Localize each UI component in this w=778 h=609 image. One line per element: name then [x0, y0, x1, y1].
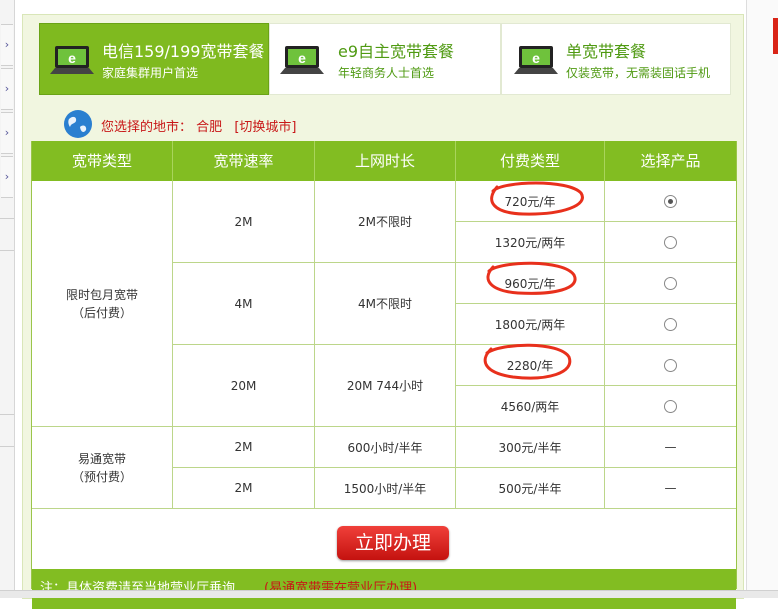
- select-cell: [605, 304, 736, 345]
- svg-text:e: e: [532, 50, 540, 66]
- left-side-panel: › › › ›: [0, 0, 15, 597]
- header-broadband-type: 宽带类型: [32, 141, 173, 181]
- tab-title: 单宽带套餐: [566, 42, 647, 61]
- select-cell-unavailable: —: [605, 427, 736, 468]
- tab-broadband-only-package[interactable]: e 单宽带套餐 仅装宽带，无需装固话手机: [501, 23, 731, 95]
- price-cell: 2280/年: [456, 345, 605, 386]
- price-cell: 1320元/两年: [456, 222, 605, 263]
- product-radio[interactable]: [664, 276, 677, 290]
- price-cell: 960元/年: [456, 263, 605, 304]
- select-cell: [605, 263, 736, 304]
- duration-cell: 20M 744小时: [315, 345, 456, 427]
- switch-city-link[interactable]: [切换城市]: [234, 120, 296, 135]
- divider: [0, 250, 14, 251]
- fee-note: 注：具体资费请至当地营业厅垂询 (易通宽带需在营业厅办理): [32, 569, 736, 609]
- red-marker: [773, 18, 778, 54]
- header-payment-type: 付费类型: [456, 141, 605, 181]
- svg-text:e: e: [68, 50, 76, 66]
- note-text: 注：具体资费请至当地营业厅垂询: [40, 581, 236, 596]
- table-header: 宽带类型 宽带速率 上网时长 付费类型 选择产品: [32, 141, 736, 181]
- product-radio[interactable]: [664, 235, 677, 249]
- right-side-panel: [746, 0, 778, 597]
- price-cell: 1800元/两年: [456, 304, 605, 345]
- select-cell: [605, 222, 736, 263]
- speed-cell: 2M: [173, 181, 315, 263]
- duration-cell: 600小时/半年: [315, 427, 456, 468]
- divider: [0, 446, 14, 447]
- chevron-right-icon[interactable]: ›: [1, 156, 13, 198]
- tab-title: e9自主宽带套餐: [338, 42, 455, 61]
- header-speed: 宽带速率: [173, 141, 315, 181]
- duration-cell: 1500小时/半年: [315, 468, 456, 509]
- header-select-product: 选择产品: [640, 152, 701, 170]
- laptop-e-icon: e: [50, 46, 94, 74]
- product-radio[interactable]: [664, 317, 677, 331]
- divider: [0, 218, 14, 219]
- globe-icon: [64, 110, 92, 138]
- svg-text:e: e: [298, 50, 306, 66]
- product-radio[interactable]: [664, 399, 677, 413]
- group-type-name: 易通宽带: [77, 451, 126, 466]
- select-cell: [605, 181, 736, 222]
- price-cell: 720元/年: [456, 181, 605, 222]
- tab-subtitle: 家庭集群用户首选: [102, 66, 199, 80]
- chevron-right-icon[interactable]: ›: [1, 24, 13, 66]
- price-cell: 300元/半年: [456, 427, 605, 468]
- header-duration: 上网时长: [315, 141, 456, 181]
- chevron-right-icon[interactable]: ›: [1, 68, 13, 110]
- group-yitong-prepaid: 易通宽带 （预付费）: [32, 427, 173, 509]
- price-cell: 500元/半年: [456, 468, 605, 509]
- tab-159-199-package[interactable]: e 电信159/199宽带套餐 家庭集群用户首选: [39, 23, 269, 95]
- duration-cell: 2M不限时: [315, 181, 456, 263]
- apply-now-button[interactable]: 立即办理: [337, 526, 449, 560]
- note-highlight: (易通宽带需在营业厅办理): [264, 581, 418, 596]
- product-radio[interactable]: [664, 358, 677, 372]
- broadband-plan-table: 宽带类型 宽带速率 上网时长 付费类型 选择产品 限时包月宽带 （后付费） 易通…: [31, 141, 737, 609]
- laptop-e-icon: e: [280, 46, 324, 74]
- tab-e9-package[interactable]: e e9自主宽带套餐 年轻商务人士首选: [269, 23, 501, 95]
- chevron-right-icon[interactable]: ›: [1, 112, 13, 154]
- duration-cell: 4M不限时: [315, 263, 456, 345]
- speed-cell: 20M: [173, 345, 315, 427]
- city-label-row: 您选择的地市： 合肥 [切换城市]: [101, 116, 296, 135]
- broadband-panel: e 电信159/199宽带套餐 家庭集群用户首选 e e9自主宽带套餐 年轻商务…: [22, 14, 744, 609]
- city-name: 合肥: [196, 120, 223, 135]
- speed-cell: 2M: [173, 468, 315, 509]
- select-cell: [605, 345, 736, 386]
- city-label: 您选择的地市：: [101, 120, 193, 135]
- product-radio-selected[interactable]: [664, 194, 677, 208]
- laptop-e-icon: e: [514, 46, 558, 74]
- speed-cell: 4M: [173, 263, 315, 345]
- group-type-payment: （预付费）: [71, 469, 132, 484]
- group-type-name: 限时包月宽带: [65, 287, 138, 302]
- tab-title: 电信159/199宽带套餐: [102, 42, 265, 61]
- divider: [0, 414, 14, 415]
- price-cell: 4560/两年: [456, 386, 605, 427]
- group-monthly-postpaid: 限时包月宽带 （后付费）: [32, 181, 173, 427]
- select-cell-unavailable: —: [605, 468, 736, 509]
- tab-subtitle: 年轻商务人士首选: [338, 66, 435, 80]
- select-cell: [605, 386, 736, 427]
- package-tabs: e 电信159/199宽带套餐 家庭集群用户首选 e e9自主宽带套餐 年轻商务…: [39, 23, 731, 95]
- group-type-payment: （后付费）: [71, 305, 132, 320]
- tab-subtitle: 仅装宽带，无需装固话手机: [566, 66, 711, 80]
- speed-cell: 2M: [173, 427, 315, 468]
